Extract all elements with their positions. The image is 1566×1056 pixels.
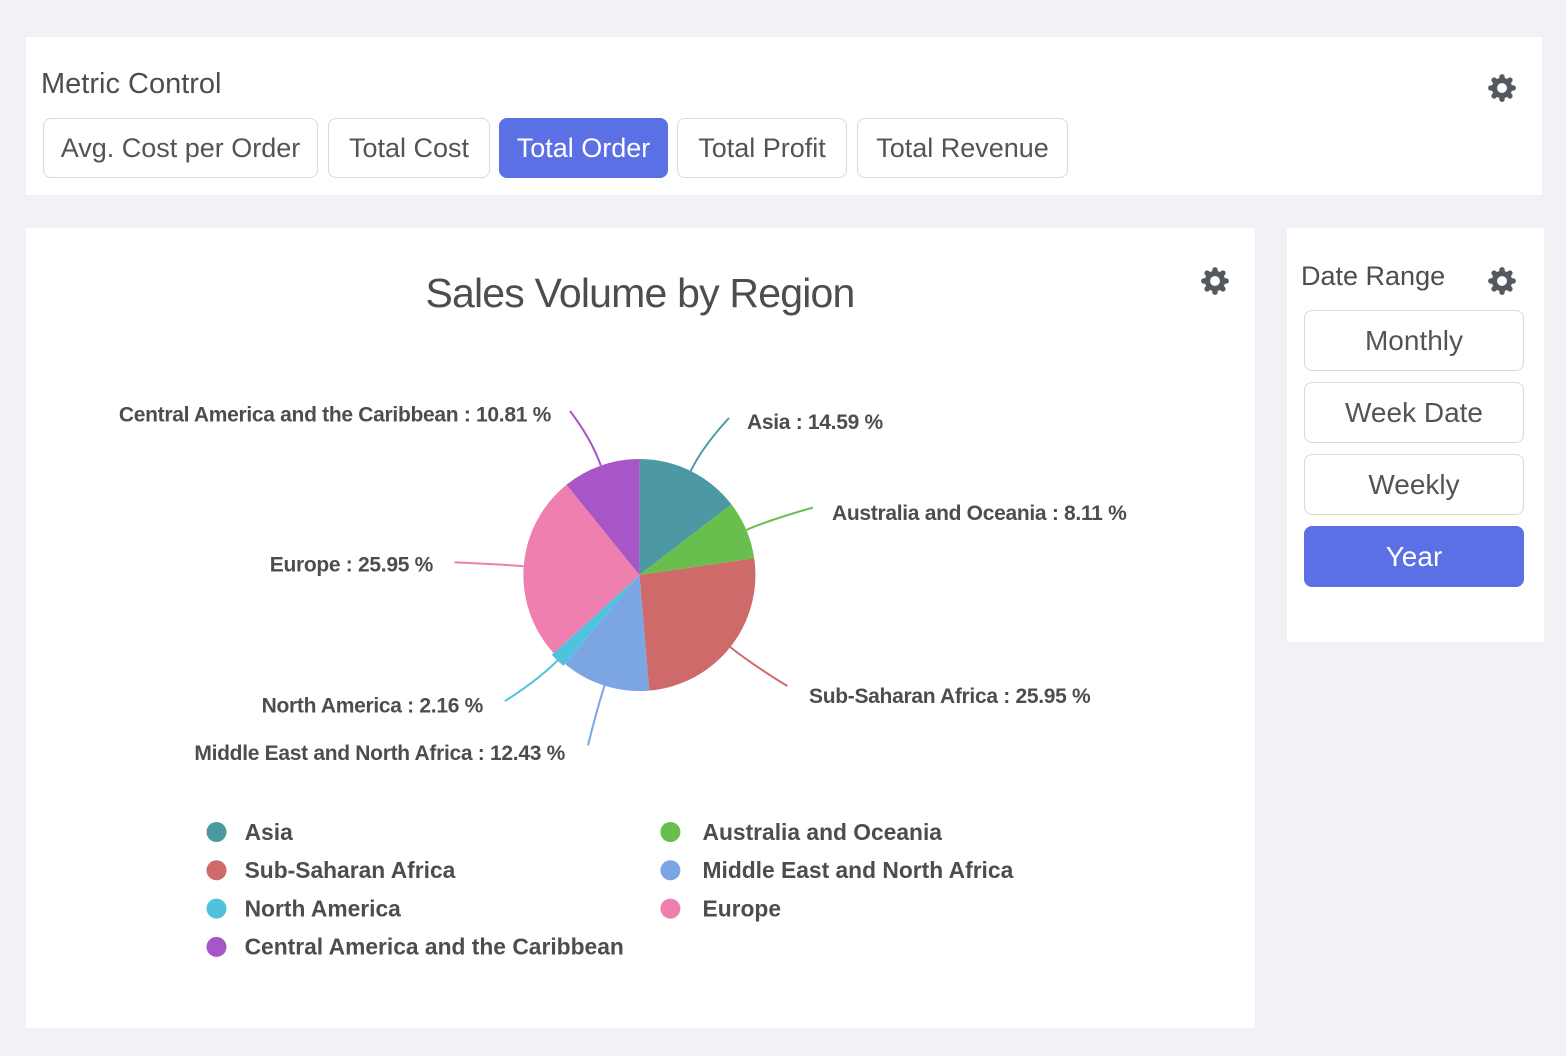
- svg-text:Middle East and North Africa :: Middle East and North Africa : 12.43 %: [194, 742, 565, 765]
- svg-text:North America: North America: [245, 895, 402, 921]
- svg-text:Central America and the Caribb: Central America and the Caribbean : 10.8…: [119, 403, 552, 426]
- svg-text:Asia: Asia: [245, 819, 293, 845]
- svg-text:Australia and Oceania: Australia and Oceania: [703, 819, 943, 845]
- svg-text:Middle East and North Africa: Middle East and North Africa: [703, 857, 1014, 883]
- svg-text:Europe : 25.95 %: Europe : 25.95 %: [270, 554, 434, 577]
- svg-text:Sub-Saharan Africa : 25.95 %: Sub-Saharan Africa : 25.95 %: [809, 685, 1091, 708]
- svg-text:Central America and the Caribb: Central America and the Caribbean: [245, 934, 624, 960]
- svg-text:Sales Volume by Region: Sales Volume by Region: [425, 270, 854, 316]
- svg-text:Europe: Europe: [703, 895, 782, 921]
- svg-text:North America : 2.16 %: North America : 2.16 %: [262, 694, 484, 717]
- svg-text:Sub-Saharan Africa: Sub-Saharan Africa: [245, 857, 456, 883]
- svg-text:Australia and Oceania : 8.11 %: Australia and Oceania : 8.11 %: [832, 502, 1127, 525]
- svg-text:Asia : 14.59 %: Asia : 14.59 %: [747, 411, 884, 434]
